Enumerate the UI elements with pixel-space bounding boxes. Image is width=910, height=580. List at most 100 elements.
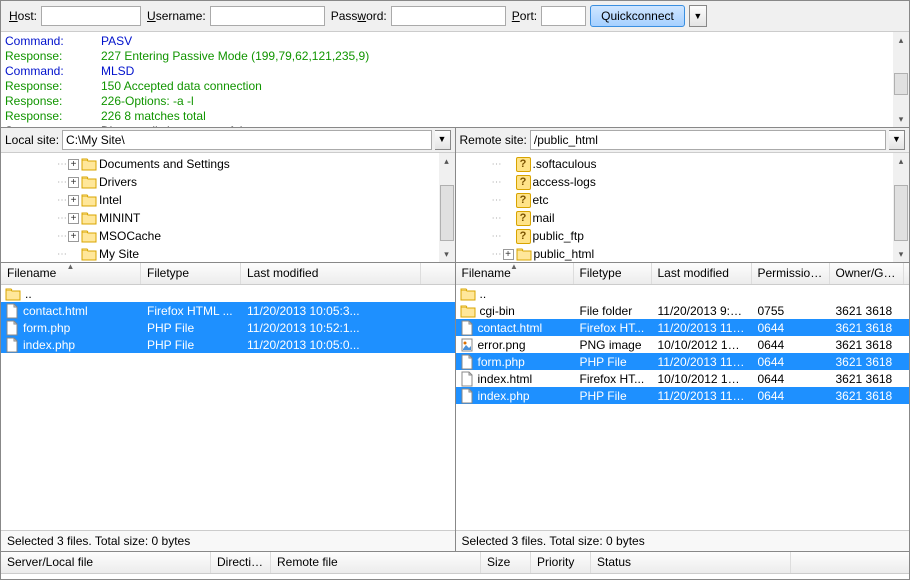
list-cell: PNG image [574, 338, 652, 352]
column-header[interactable]: Size [481, 552, 531, 573]
list-cell: 3621 3618 [830, 321, 904, 335]
tree-connector: ⋯ [57, 249, 66, 260]
tree-item[interactable]: ⋯+Intel [1, 191, 455, 209]
expand-spacer [503, 231, 514, 242]
column-header[interactable]: Remote file [271, 552, 481, 573]
list-row[interactable]: error.pngPNG image10/10/2012 10:...06443… [456, 336, 910, 353]
column-header[interactable]: Last modified [241, 263, 421, 284]
column-header[interactable]: Filetype [141, 263, 241, 284]
tree-connector: ⋯ [57, 231, 66, 242]
list-cell: 11/20/2013 10:05:3... [241, 304, 421, 318]
expand-toggle[interactable]: + [68, 213, 79, 224]
remote-list[interactable]: ..cgi-binFile folder11/20/2013 9:4...075… [456, 285, 910, 530]
column-header[interactable]: ▲Filename [1, 263, 141, 284]
quickconnect-dropdown-button[interactable]: ▼ [689, 5, 707, 27]
column-header[interactable]: Owner/Gro... [830, 263, 904, 284]
remote-list-header[interactable]: ▲FilenameFiletypeLast modifiedPermission… [456, 263, 910, 285]
filename-cell: contact.html [478, 321, 543, 335]
local-site-dropdown[interactable]: ▼ [435, 130, 451, 150]
list-cell: 11/20/2013 11:... [652, 355, 752, 369]
remote-site-input[interactable] [530, 130, 886, 150]
expand-toggle[interactable]: + [68, 159, 79, 170]
username-input[interactable] [210, 6, 325, 26]
column-header[interactable]: Direction [211, 552, 271, 573]
tree-item[interactable]: ⋯+public_html [456, 245, 910, 263]
unknown-folder-icon: ? [516, 229, 531, 244]
tree-item[interactable]: ⋯?access-logs [456, 173, 910, 191]
port-label: Port: [512, 9, 537, 23]
list-row[interactable]: cgi-binFile folder11/20/2013 9:4...07553… [456, 302, 910, 319]
queue-header[interactable]: Server/Local fileDirectionRemote fileSiz… [1, 552, 909, 574]
username-label: Username: [147, 9, 206, 23]
expand-toggle[interactable]: + [68, 177, 79, 188]
port-input[interactable] [541, 6, 586, 26]
local-list[interactable]: ..contact.htmlFirefox HTML ...11/20/2013… [1, 285, 455, 530]
remote-tree[interactable]: ⋯?.softaculous⋯?access-logs⋯?etc⋯?mail⋯?… [456, 153, 910, 263]
list-cell: PHP File [574, 389, 652, 403]
list-row[interactable]: contact.htmlFirefox HT...11/20/2013 11:.… [456, 319, 910, 336]
tree-item[interactable]: ⋯?mail [456, 209, 910, 227]
list-row[interactable]: .. [1, 285, 455, 302]
list-row[interactable]: index.phpPHP File11/20/2013 10:05:0... [1, 336, 455, 353]
tree-item[interactable]: ⋯+MININT [1, 209, 455, 227]
tree-item-label: .softaculous [533, 157, 597, 171]
list-row[interactable]: .. [456, 285, 910, 302]
column-header[interactable]: Priority [531, 552, 591, 573]
local-list-header[interactable]: ▲FilenameFiletypeLast modified [1, 263, 455, 285]
connection-toolbar: Host: Username: Password: Port: Quickcon… [1, 1, 909, 32]
sort-indicator-icon: ▲ [67, 263, 75, 271]
tree-item-label: access-logs [533, 175, 596, 189]
list-row[interactable]: index.htmlFirefox HT...10/10/2012 10:...… [456, 370, 910, 387]
remote-tree-scrollbar[interactable]: ▴ ▾ [893, 153, 909, 262]
local-tree-scrollbar[interactable]: ▴ ▾ [439, 153, 455, 262]
list-row[interactable]: contact.htmlFirefox HTML ...11/20/2013 1… [1, 302, 455, 319]
tree-item[interactable]: ⋯+Drivers [1, 173, 455, 191]
list-row[interactable]: form.phpPHP File11/20/2013 11:...0644362… [456, 353, 910, 370]
tree-item-label: etc [533, 193, 549, 207]
tree-item-label: MSOCache [99, 229, 161, 243]
unknown-folder-icon: ? [516, 157, 531, 172]
tree-item[interactable]: ⋯+Documents and Settings [1, 155, 455, 173]
filename-cell: cgi-bin [480, 304, 515, 318]
local-tree[interactable]: ⋯+Documents and Settings⋯+Drivers⋯+Intel… [1, 153, 455, 263]
local-status: Selected 3 files. Total size: 0 bytes [1, 530, 455, 551]
list-row[interactable]: index.phpPHP File11/20/2013 11:...064436… [456, 387, 910, 404]
password-input[interactable] [391, 6, 506, 26]
column-header[interactable]: Permissions [752, 263, 830, 284]
log-scrollbar[interactable]: ▴ ▾ [893, 32, 909, 127]
list-cell: 3621 3618 [830, 389, 904, 403]
list-cell: 11/20/2013 10:05:0... [241, 338, 421, 352]
local-pane: Local site: ▼ ⋯+Documents and Settings⋯+… [1, 128, 456, 551]
local-site-input[interactable] [62, 130, 431, 150]
folder-icon [516, 247, 532, 261]
folder-icon [81, 247, 97, 261]
tree-item[interactable]: ⋯?public_ftp [456, 227, 910, 245]
filename-cell: index.html [478, 372, 533, 386]
list-cell: Firefox HTML ... [141, 304, 241, 318]
tree-item[interactable]: ⋯+ MSOCache [1, 227, 455, 245]
remote-site-dropdown[interactable]: ▼ [889, 130, 905, 150]
quickconnect-button[interactable]: Quickconnect [590, 5, 685, 27]
tree-item[interactable]: ⋯My Site [1, 245, 455, 263]
list-cell: 3621 3618 [830, 304, 904, 318]
column-header[interactable]: Filetype [574, 263, 652, 284]
column-header[interactable]: Status [591, 552, 791, 573]
unknown-folder-icon: ? [516, 175, 531, 190]
host-input[interactable] [41, 6, 141, 26]
message-log[interactable]: Command:PASVResponse:227 Entering Passiv… [1, 32, 909, 128]
expand-toggle[interactable]: + [68, 195, 79, 206]
filename-cell: form.php [23, 321, 70, 335]
list-cell: 3621 3618 [830, 372, 904, 386]
expand-toggle[interactable]: + [68, 231, 79, 242]
tree-item[interactable]: ⋯?etc [456, 191, 910, 209]
column-header[interactable]: Server/Local file [1, 552, 211, 573]
tree-connector: ⋯ [492, 213, 501, 224]
column-header[interactable]: ▲Filename [456, 263, 574, 284]
column-header[interactable]: Last modified [652, 263, 752, 284]
expand-toggle[interactable]: + [503, 249, 514, 260]
tree-item[interactable]: ⋯?.softaculous [456, 155, 910, 173]
list-row[interactable]: form.phpPHP File11/20/2013 10:52:1... [1, 319, 455, 336]
folder-icon [81, 157, 97, 171]
list-cell: 0644 [752, 355, 830, 369]
tree-item-label: Intel [99, 193, 122, 207]
